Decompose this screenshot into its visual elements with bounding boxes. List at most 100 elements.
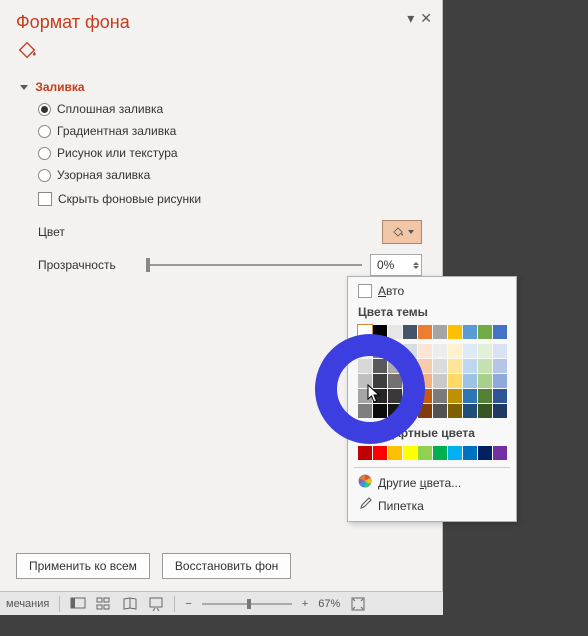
color-swatch[interactable] [463,389,477,403]
color-swatch[interactable] [433,344,447,358]
transparency-input[interactable]: 0% [370,254,422,276]
color-swatch[interactable] [448,359,462,373]
zoom-value[interactable]: 67% [318,598,340,610]
zoom-slider[interactable] [202,603,292,605]
color-swatch[interactable] [373,344,387,358]
color-auto[interactable]: Авто [348,281,516,301]
radio-picture-fill[interactable]: Рисунок или текстура [38,146,422,160]
color-swatch[interactable] [388,404,402,418]
color-swatch[interactable] [403,344,417,358]
color-swatch[interactable] [358,344,372,358]
reset-bg-button[interactable]: Восстановить фон [162,553,291,579]
spinner-up-icon[interactable] [413,262,419,265]
color-swatch[interactable] [358,325,372,339]
color-swatch[interactable] [418,325,432,339]
color-dropdown[interactable] [382,220,422,244]
color-swatch[interactable] [448,389,462,403]
color-swatch[interactable] [433,325,447,339]
color-swatch[interactable] [493,359,507,373]
color-swatch[interactable] [403,446,417,460]
color-swatch[interactable] [388,374,402,388]
fit-window-icon[interactable] [350,596,366,612]
color-swatch[interactable] [448,344,462,358]
color-swatch[interactable] [418,404,432,418]
color-swatch[interactable] [493,374,507,388]
transparency-slider[interactable] [146,264,362,266]
color-swatch[interactable] [478,374,492,388]
notes-tab[interactable]: мечания [6,598,49,610]
color-swatch[interactable] [388,446,402,460]
color-swatch[interactable] [463,374,477,388]
panel-close-icon[interactable]: ✕ [420,10,432,27]
color-swatch[interactable] [433,359,447,373]
color-swatch[interactable] [418,359,432,373]
radio-gradient-fill[interactable]: Градиентная заливка [38,124,422,138]
color-swatch[interactable] [403,359,417,373]
color-swatch[interactable] [433,374,447,388]
color-swatch[interactable] [388,325,402,339]
reading-view-icon[interactable] [122,596,138,612]
eyedropper[interactable]: Пипетка [348,494,516,517]
radio-pattern-fill[interactable]: Узорная заливка [38,168,422,182]
color-swatch[interactable] [358,404,372,418]
sorter-view-icon[interactable] [96,596,112,612]
color-swatch[interactable] [358,374,372,388]
color-swatch[interactable] [433,404,447,418]
color-swatch[interactable] [403,404,417,418]
color-swatch[interactable] [493,325,507,339]
color-swatch[interactable] [448,446,462,460]
spinner-down-icon[interactable] [413,266,419,269]
apply-all-button[interactable]: Применить ко всем [16,553,150,579]
color-swatch[interactable] [478,446,492,460]
fill-category-icon[interactable] [0,39,442,74]
radio-solid-fill[interactable]: Сплошная заливка [38,102,422,116]
color-swatch[interactable] [478,404,492,418]
color-swatch[interactable] [373,404,387,418]
color-swatch[interactable] [478,359,492,373]
color-swatch[interactable] [373,389,387,403]
color-swatch[interactable] [448,374,462,388]
color-swatch[interactable] [493,404,507,418]
color-swatch[interactable] [418,344,432,358]
slider-thumb[interactable] [146,258,150,272]
color-swatch[interactable] [463,446,477,460]
collapse-arrow-icon[interactable] [20,85,28,90]
slideshow-view-icon[interactable] [148,596,164,612]
color-swatch[interactable] [403,325,417,339]
color-swatch[interactable] [388,359,402,373]
normal-view-icon[interactable] [70,596,86,612]
color-swatch[interactable] [358,446,372,460]
color-swatch[interactable] [493,344,507,358]
color-swatch[interactable] [373,359,387,373]
color-swatch[interactable] [403,389,417,403]
color-swatch[interactable] [478,325,492,339]
color-swatch[interactable] [463,404,477,418]
color-swatch[interactable] [403,374,417,388]
checkbox-hide-bg[interactable]: Скрыть фоновые рисунки [38,192,422,206]
color-swatch[interactable] [418,389,432,403]
color-swatch[interactable] [433,446,447,460]
color-swatch[interactable] [493,389,507,403]
zoom-in-icon[interactable]: + [302,598,308,610]
color-swatch[interactable] [373,446,387,460]
color-swatch[interactable] [478,344,492,358]
zoom-thumb[interactable] [247,599,251,609]
zoom-out-icon[interactable]: − [185,598,191,610]
color-swatch[interactable] [478,389,492,403]
color-swatch[interactable] [433,389,447,403]
more-colors[interactable]: Другие цвета... [348,471,516,494]
color-swatch[interactable] [388,389,402,403]
color-swatch[interactable] [448,404,462,418]
color-swatch[interactable] [463,344,477,358]
color-swatch[interactable] [463,325,477,339]
color-swatch[interactable] [493,446,507,460]
panel-dropdown-icon[interactable]: ▾ [407,10,414,27]
color-swatch[interactable] [418,446,432,460]
color-swatch[interactable] [373,374,387,388]
color-swatch[interactable] [418,374,432,388]
color-swatch[interactable] [358,389,372,403]
color-swatch[interactable] [388,344,402,358]
color-swatch[interactable] [373,325,387,339]
color-swatch[interactable] [358,359,372,373]
color-swatch[interactable] [463,359,477,373]
